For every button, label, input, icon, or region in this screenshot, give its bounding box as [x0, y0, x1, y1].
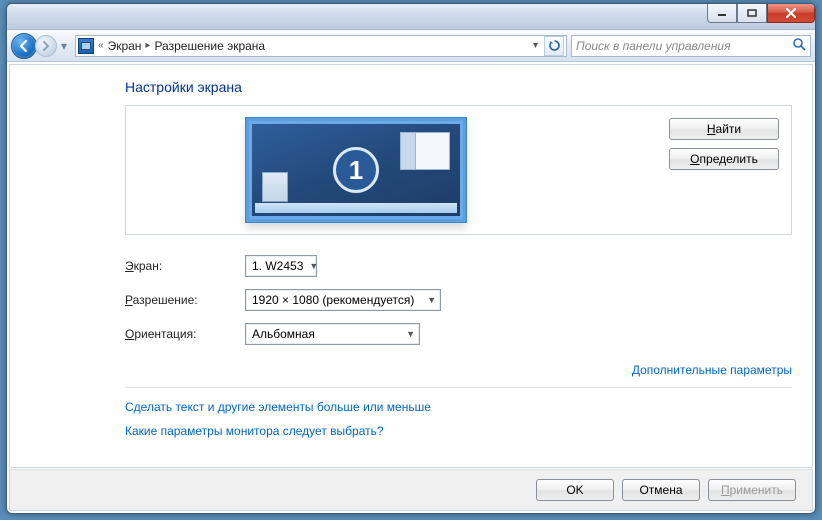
chevron-right-icon: ▸ [145, 40, 150, 51]
control-panel-icon [78, 38, 94, 54]
preview-window-icon [262, 172, 288, 202]
chevron-down-icon: ▼ [427, 295, 436, 305]
display-preview: 1 Найти Определить [125, 105, 792, 235]
address-dropdown[interactable]: ▾ [529, 40, 542, 51]
close-button[interactable] [767, 3, 815, 23]
display-number-badge: 1 [333, 147, 379, 193]
breadcrumb: « Экран ▸ Разрешение экрана [98, 39, 525, 53]
navigation-bar: ▾ « Экран ▸ Разрешение экрана ▾ Поиск в … [7, 30, 815, 62]
orientation-select[interactable]: Альбомная ▼ [245, 323, 420, 345]
breadcrumb-part-resolution[interactable]: Разрешение экрана [154, 39, 265, 53]
search-icon[interactable] [792, 37, 806, 54]
search-box[interactable]: Поиск в панели управления [571, 35, 811, 57]
cancel-button[interactable]: Отмена [622, 479, 700, 501]
breadcrumb-prefix: « [98, 40, 104, 51]
nav-arrows: ▾ [11, 33, 71, 59]
desktop-preview: 1 [252, 124, 460, 216]
maximize-button[interactable] [737, 3, 767, 23]
display-select[interactable]: 1. W2453 ▼ [245, 255, 317, 277]
page-title: Настройки экрана [125, 79, 792, 95]
preview-taskbar [255, 203, 457, 213]
breadcrumb-part-display[interactable]: Экран [108, 39, 142, 53]
chevron-down-icon: ▼ [406, 329, 415, 339]
orientation-label: Ориентация: [125, 327, 245, 341]
refresh-button[interactable] [544, 36, 564, 56]
search-placeholder: Поиск в панели управления [576, 39, 788, 53]
ok-button[interactable]: OK [536, 479, 614, 501]
identify-displays-button[interactable]: Определить [669, 148, 779, 170]
minimize-button[interactable] [707, 3, 737, 23]
monitor-help-link[interactable]: Какие параметры монитора следует выбрать… [125, 424, 792, 438]
resolution-label: Разрешение: [125, 293, 245, 307]
text-size-link[interactable]: Сделать текст и другие элементы больше и… [125, 400, 792, 414]
resolution-select[interactable]: 1920 × 1080 (рекомендуется) ▼ [245, 289, 441, 311]
preview-window-icon [400, 132, 450, 170]
monitor-thumbnail[interactable]: 1 [246, 118, 466, 222]
content-area: Настройки экрана 1 Найти Определить Экра… [9, 64, 813, 468]
advanced-settings-link[interactable]: Дополнительные параметры [632, 363, 792, 377]
window-controls [707, 3, 815, 23]
address-bar[interactable]: « Экран ▸ Разрешение экрана ▾ [75, 35, 567, 57]
apply-button: Применить [708, 479, 796, 501]
forward-button[interactable] [35, 35, 57, 57]
divider [125, 387, 792, 388]
display-label: Экран: [125, 259, 245, 273]
history-dropdown[interactable]: ▾ [57, 35, 71, 57]
dialog-footer: OK Отмена Применить [9, 469, 813, 511]
chevron-down-icon: ▼ [309, 261, 318, 271]
settings-fields: Экран: 1. W2453 ▼ Разрешение: 1920 × 108… [125, 255, 792, 345]
window-frame: ▾ « Экран ▸ Разрешение экрана ▾ Поиск в … [6, 3, 816, 514]
detect-displays-button[interactable]: Найти [669, 118, 779, 140]
back-button[interactable] [11, 33, 37, 59]
titlebar[interactable] [7, 4, 815, 30]
